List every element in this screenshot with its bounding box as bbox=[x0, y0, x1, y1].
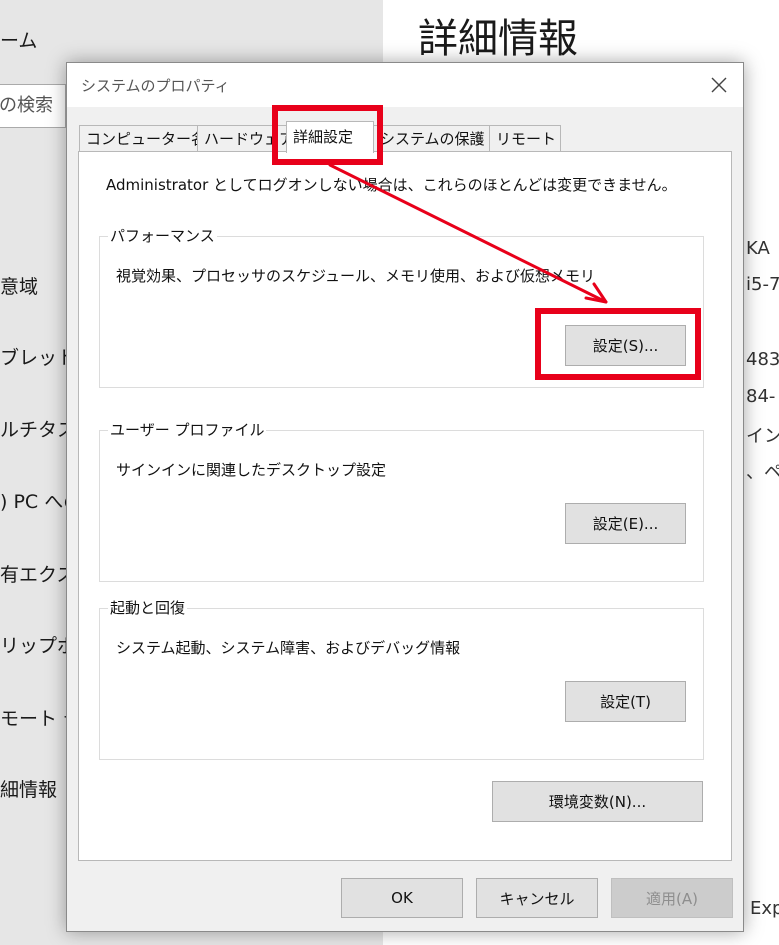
admin-notice: Administrator としてログオンしない場合は、これらのほとんどは変更で… bbox=[106, 176, 677, 194]
user-profile-settings-button[interactable]: 設定(E)... bbox=[565, 503, 686, 544]
search-input[interactable]: の検索 bbox=[0, 84, 66, 128]
tab-hardware[interactable]: ハードウェア bbox=[197, 125, 294, 152]
ok-button[interactable]: OK bbox=[341, 878, 463, 918]
info-fragment: i5-7 bbox=[746, 274, 779, 295]
info-fragment: 4836 bbox=[746, 349, 779, 370]
sidebar-item[interactable]: ーム bbox=[0, 26, 37, 53]
cancel-button[interactable]: キャンセル bbox=[476, 878, 598, 918]
performance-settings-button[interactable]: 設定(S)... bbox=[565, 325, 686, 366]
info-fragment: KA bbox=[746, 238, 770, 259]
sidebar-item[interactable]: ブレット bbox=[0, 343, 76, 370]
startup-recovery-title: 起動と回復 bbox=[108, 597, 188, 618]
performance-description: 視覚効果、プロセッサのスケジュール、メモリ使用、および仮想メモリ bbox=[116, 267, 595, 285]
info-fragment: Exp bbox=[750, 898, 779, 919]
apply-button: 適用(A) bbox=[611, 878, 733, 918]
user-profile-group: ユーザー プロファイル サインインに関連したデスクトップ設定 設定(E)... bbox=[99, 419, 704, 582]
environment-variables-button[interactable]: 環境変数(N)... bbox=[492, 781, 703, 822]
sidebar-item[interactable]: 細情報 bbox=[0, 775, 57, 802]
sidebar-item[interactable]: 有エクス bbox=[0, 560, 75, 587]
close-icon bbox=[711, 77, 727, 93]
info-fragment: 84- bbox=[746, 386, 776, 407]
page-title: 詳細情報 bbox=[418, 16, 578, 62]
dialog-titlebar[interactable]: システムのプロパティ bbox=[67, 63, 743, 107]
startup-recovery-description: システム起動、システム障害、およびデバッグ情報 bbox=[116, 639, 461, 657]
startup-recovery-settings-button[interactable]: 設定(T) bbox=[565, 681, 686, 722]
info-fragment: 、ペン bbox=[746, 462, 779, 483]
performance-title: パフォーマンス bbox=[108, 225, 217, 246]
info-fragment: インク bbox=[746, 426, 779, 447]
dialog-title: システムのプロパティ bbox=[81, 77, 230, 95]
close-button[interactable] bbox=[707, 73, 731, 97]
user-profile-description: サインインに関連したデスクトップ設定 bbox=[116, 461, 387, 479]
user-profile-title: ユーザー プロファイル bbox=[108, 419, 267, 440]
startup-recovery-group: 起動と回復 システム起動、システム障害、およびデバッグ情報 設定(T) bbox=[99, 597, 704, 760]
system-properties-dialog: システムのプロパティ コンピューター名 ハードウェア 詳細設定 システムの保護 … bbox=[66, 62, 744, 932]
tab-computer-name[interactable]: コンピューター名 bbox=[79, 125, 206, 152]
tab-system-protection[interactable]: システムの保護 bbox=[373, 125, 490, 152]
sidebar-item[interactable]: 意域 bbox=[0, 272, 38, 299]
advanced-tab-panel: Administrator としてログオンしない場合は、これらのほとんどは変更で… bbox=[78, 151, 732, 861]
tab-advanced[interactable]: 詳細設定 bbox=[286, 121, 374, 153]
tab-remote[interactable]: リモート bbox=[489, 125, 561, 152]
performance-group: パフォーマンス 視覚効果、プロセッサのスケジュール、メモリ使用、および仮想メモリ… bbox=[99, 225, 704, 388]
